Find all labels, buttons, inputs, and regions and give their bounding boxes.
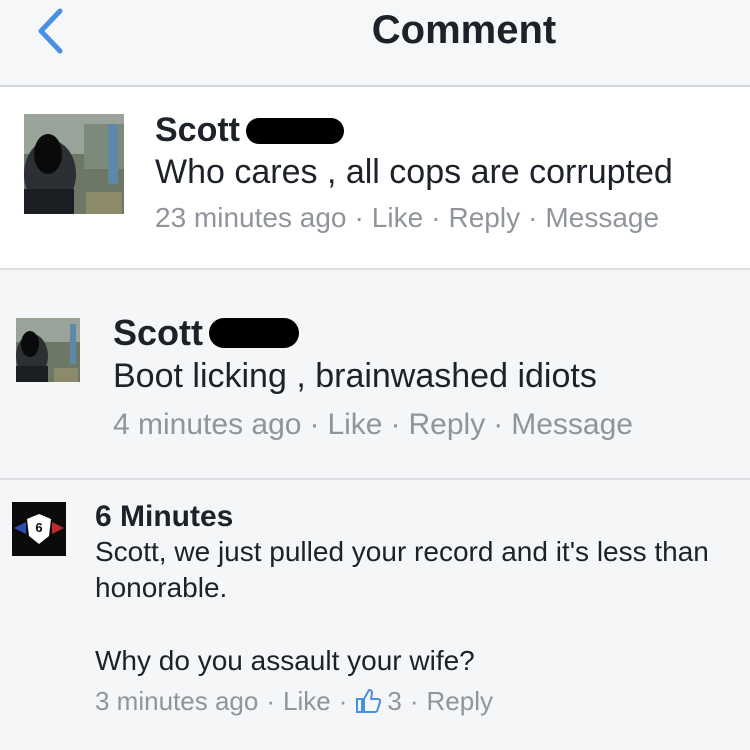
thumbs-up-icon	[356, 689, 382, 713]
comment-item: 6 6 Minutes Scott, we just pulled your r…	[0, 480, 750, 750]
comment-text: Scott, we just pulled your record and it…	[95, 536, 709, 603]
comment-time[interactable]: 23 minutes ago	[155, 202, 346, 233]
comment-author[interactable]: Scott	[113, 312, 299, 354]
like-link[interactable]: Like	[283, 686, 331, 716]
svg-text:6: 6	[35, 520, 42, 535]
avatar-photo	[16, 318, 80, 382]
message-link[interactable]: Message	[511, 408, 633, 441]
comment-item: Scott Who cares , all cops are corrupted…	[0, 87, 750, 270]
avatar-photo	[24, 114, 124, 214]
comment-meta: 23 minutes ago · Like · Reply · Message	[155, 202, 660, 233]
comment-time[interactable]: 4 minutes ago	[113, 408, 301, 441]
page-title: Comment	[371, 8, 557, 52]
comment-text-second-paragraph: Why do you assault your wife?	[95, 645, 475, 676]
like-count[interactable]: 3	[355, 686, 402, 716]
top-bar: Comment	[0, 0, 750, 87]
message-link[interactable]: Message	[545, 202, 659, 233]
comment-time[interactable]: 3 minutes ago	[95, 686, 258, 716]
reply-link[interactable]: Reply	[409, 408, 486, 441]
comment-text: Boot licking , brainwashed idiots	[113, 357, 597, 395]
comment-meta: 4 minutes ago · Like · Reply · Message	[113, 408, 633, 441]
avatar[interactable]	[24, 114, 124, 214]
redaction-mark	[246, 117, 344, 144]
comment-item: Scott Boot licking , brainwashed idiots …	[0, 270, 750, 480]
like-link[interactable]: Like	[327, 408, 382, 441]
badge-logo-icon: 6	[12, 502, 66, 556]
reply-link[interactable]: Reply	[449, 202, 521, 233]
reply-link[interactable]: Reply	[427, 686, 493, 716]
comment-author[interactable]: Scott	[155, 111, 344, 150]
comment-meta: 3 minutes ago · Like · 3 · Reply	[95, 686, 493, 716]
like-link[interactable]: Like	[372, 202, 423, 233]
avatar[interactable]: 6	[12, 502, 66, 556]
comment-text: Who cares , all cops are corrupted	[155, 153, 673, 191]
avatar[interactable]	[16, 318, 80, 382]
redaction-mark	[209, 318, 299, 348]
comment-author[interactable]: 6 Minutes	[95, 500, 233, 534]
